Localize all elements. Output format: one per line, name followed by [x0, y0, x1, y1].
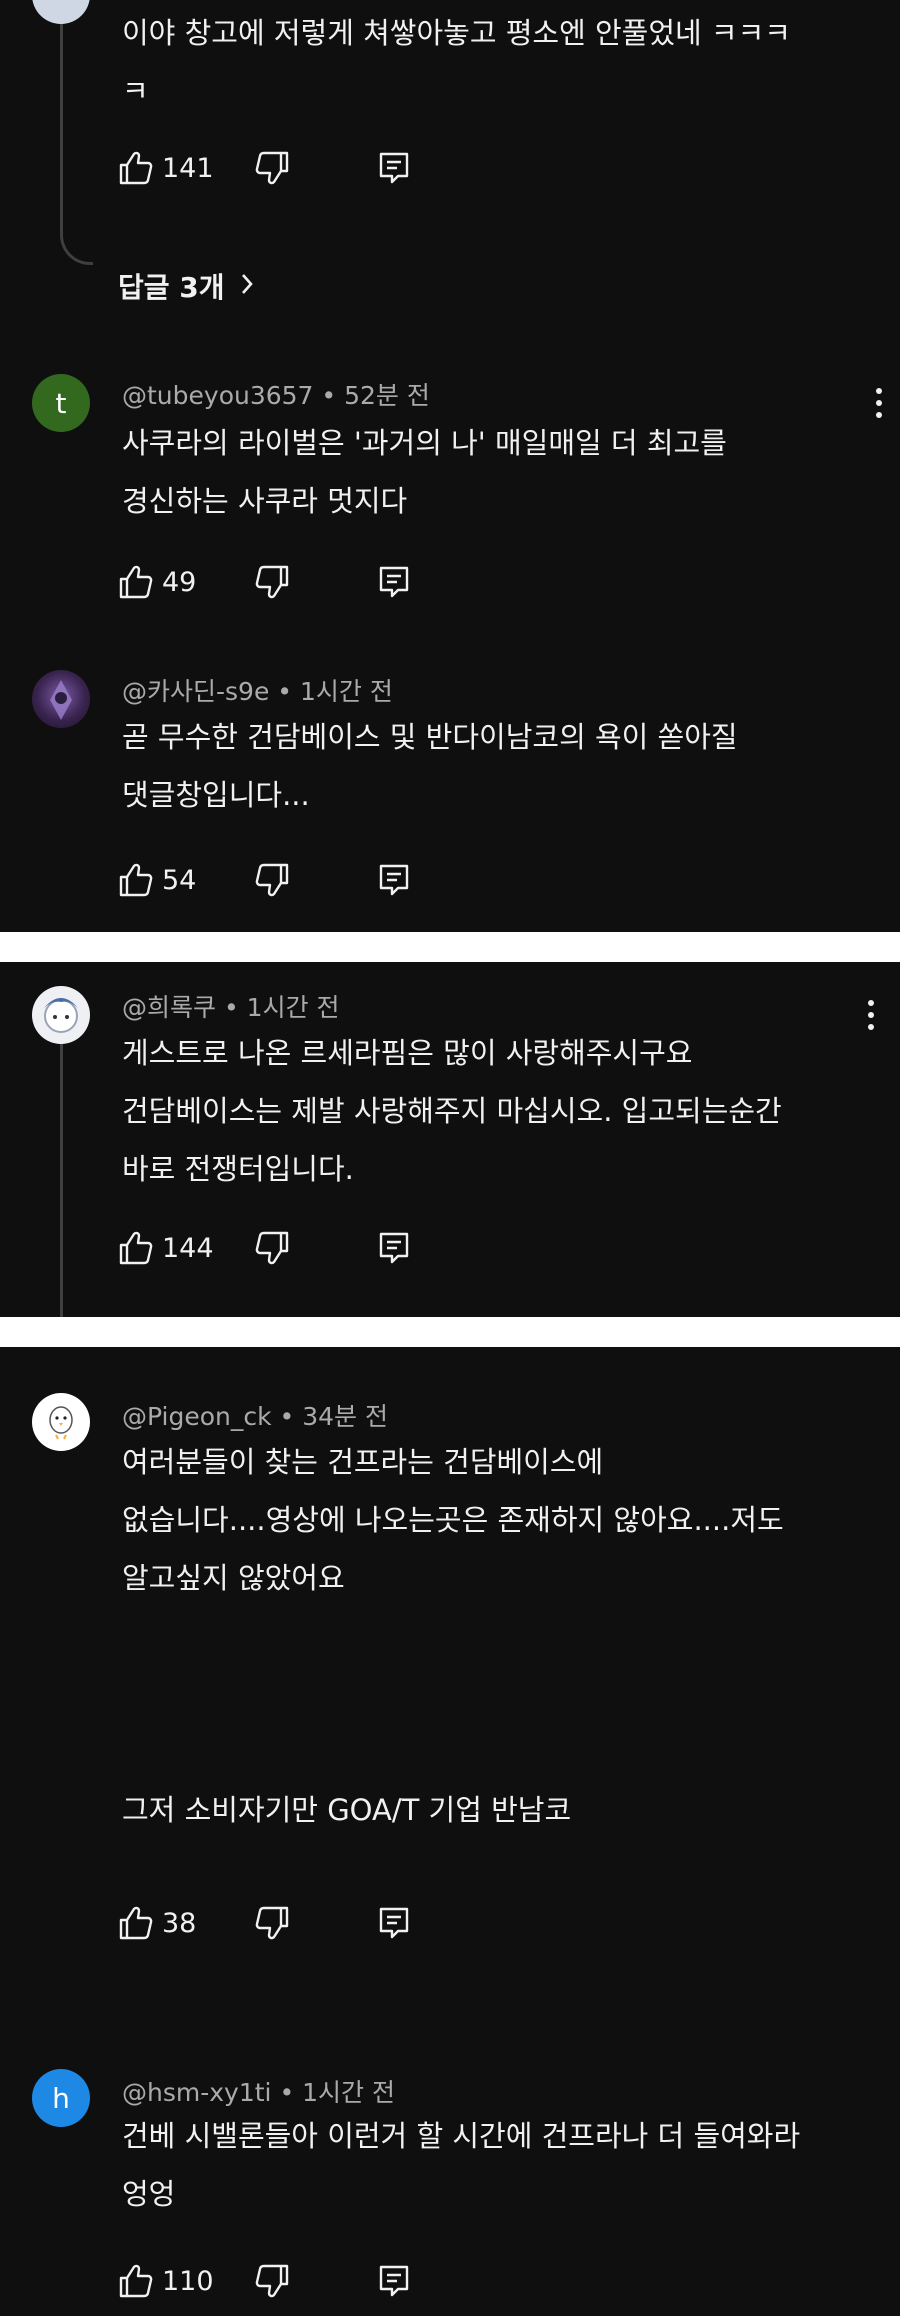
avatar-image	[49, 1406, 73, 1440]
avatar[interactable]	[32, 1393, 90, 1451]
chevron-right-icon	[239, 270, 255, 303]
thread-line	[60, 0, 93, 265]
like-icon[interactable]	[118, 1905, 154, 1941]
comment-meta: @카사딘-s9e • 1시간 전	[122, 672, 393, 708]
comments-panel-3: @Pigeon_ck • 34분 전 여러분들이 찾는 건프라는 건담베이스에 …	[0, 1347, 900, 2316]
comment-line: 곧 무수한 건담베이스 및 반다이남코의 욕이 쏟아질	[122, 720, 738, 754]
comment-line	[122, 1607, 784, 1665]
comment-author[interactable]: @Pigeon_ck	[122, 1402, 272, 1431]
comment-line: 바로 전쟁터입니다.	[122, 1152, 354, 1186]
comment-actions: 141	[118, 148, 412, 188]
more-vert-icon[interactable]	[864, 1000, 878, 1030]
dislike-icon[interactable]	[254, 1230, 290, 1266]
comment-actions: 54	[118, 860, 412, 900]
comment-actions: 38	[118, 1903, 412, 1943]
view-replies-button[interactable]: 답글 3개	[118, 266, 255, 306]
dislike-icon[interactable]	[254, 150, 290, 186]
reply-icon[interactable]	[376, 1230, 412, 1266]
comment-line: 없습니다....영상에 나오는곳은 존재하지 않아요....저도	[122, 1503, 784, 1537]
like-count: 54	[162, 864, 197, 896]
dislike-icon[interactable]	[254, 2263, 290, 2299]
comment-time[interactable]: 52분 전	[344, 381, 430, 410]
like-icon[interactable]	[118, 1230, 154, 1266]
like-icon[interactable]	[118, 150, 154, 186]
like-count: 38	[162, 1907, 197, 1939]
more-vert-icon[interactable]	[872, 388, 886, 418]
comment-line: 게스트로 나온 르세라핌은 많이 사랑해주시구요	[122, 1036, 693, 1070]
comment-line: 엉엉	[122, 2177, 176, 2211]
like-count: 110	[162, 2265, 214, 2297]
meta-separator: •	[321, 381, 345, 410]
comment-line: 그저 소비자기만 GOA/T 기업 반남코	[122, 1793, 572, 1827]
avatar-image	[50, 680, 72, 720]
comment-author[interactable]: @희록쿠	[122, 993, 216, 1022]
like-count: 141	[162, 152, 214, 184]
meta-separator: •	[279, 2078, 303, 2107]
comment-line: ㅋ	[122, 74, 149, 108]
comment-line	[122, 1665, 784, 1723]
comment-author[interactable]: @hsm-xy1ti	[122, 2078, 272, 2107]
like-count: 144	[162, 1232, 214, 1264]
avatar-letter: h	[52, 2081, 70, 2115]
comment-author[interactable]: @카사딘-s9e	[122, 677, 269, 706]
comment-time[interactable]: 1시간 전	[300, 677, 393, 706]
comment-line: 사쿠라의 라이벌은 '과거의 나' 매일매일 더 최고를	[122, 426, 727, 460]
comment-time[interactable]: 1시간 전	[247, 993, 340, 1022]
comment-actions: 49	[118, 562, 412, 602]
comment-author[interactable]: @tubeyou3657	[122, 381, 313, 410]
comment-text: 게스트로 나온 르세라핌은 많이 사랑해주시구요 건담베이스는 제발 사랑해주지…	[122, 1024, 782, 1198]
avatar[interactable]	[32, 670, 90, 728]
comment-text: 사쿠라의 라이벌은 '과거의 나' 매일매일 더 최고를 경신하는 사쿠라 멋지…	[122, 414, 727, 530]
avatar[interactable]	[32, 986, 90, 1044]
meta-separator: •	[279, 1402, 303, 1431]
comment-line: 건담베이스는 제발 사랑해주지 마십시오. 입고되는순간	[122, 1094, 782, 1128]
comment-text: 여러분들이 찾는 건프라는 건담베이스에 없습니다....영상에 나오는곳은 존…	[122, 1433, 784, 1839]
like-icon[interactable]	[118, 564, 154, 600]
comment-meta: @희록쿠 • 1시간 전	[122, 988, 340, 1024]
comment-meta: @tubeyou3657 • 52분 전	[122, 376, 430, 412]
comments-panel-2: @희록쿠 • 1시간 전 게스트로 나온 르세라핌은 많이 사랑해주시구요 건담…	[0, 962, 900, 1317]
comment-actions: 144	[118, 1228, 412, 1268]
comment-line	[122, 1723, 784, 1781]
like-icon[interactable]	[118, 862, 154, 898]
meta-separator: •	[223, 993, 247, 1022]
comment-time[interactable]: 34분 전	[302, 1402, 388, 1431]
like-icon[interactable]	[118, 2263, 154, 2299]
dislike-icon[interactable]	[254, 1905, 290, 1941]
comments-panel-1: 이야 창고에 저렇게 쳐쌓아놓고 평소엔 안풀었네 ㅋㅋㅋ ㅋ 141 답글 3…	[0, 0, 900, 932]
reply-icon[interactable]	[376, 862, 412, 898]
comment-line: 알고싶지 않았어요	[122, 1561, 345, 1595]
comment-line: 건베 시밸론들아 이런거 할 시간에 건프라나 더 들여와라	[122, 2119, 801, 2153]
comment-line: 여러분들이 찾는 건프라는 건담베이스에	[122, 1445, 604, 1479]
like-count: 49	[162, 566, 197, 598]
comment-text: 건베 시밸론들아 이런거 할 시간에 건프라나 더 들여와라 엉엉	[122, 2107, 800, 2223]
comment-text: 이야 창고에 저렇게 쳐쌓아놓고 평소엔 안풀었네 ㅋㅋㅋ ㅋ	[122, 4, 791, 120]
avatar-image	[44, 998, 78, 1033]
reply-icon[interactable]	[376, 564, 412, 600]
comment-text: 곧 무수한 건담베이스 및 반다이남코의 욕이 쏟아질 댓글창입니다...	[122, 708, 738, 824]
comment-line: 경신하는 사쿠라 멋지다	[122, 484, 408, 518]
meta-separator: •	[277, 677, 300, 706]
reply-icon[interactable]	[376, 150, 412, 186]
reply-icon[interactable]	[376, 2263, 412, 2299]
reply-icon[interactable]	[376, 1905, 412, 1941]
avatar-letter: t	[55, 386, 67, 420]
comment-line: 이야 창고에 저렇게 쳐쌓아놓고 평소엔 안풀었네 ㅋㅋㅋ	[122, 16, 791, 50]
avatar[interactable]: t	[32, 374, 90, 432]
avatar[interactable]: h	[32, 2069, 90, 2127]
comment-time[interactable]: 1시간 전	[302, 2078, 395, 2107]
comment-meta: @Pigeon_ck • 34분 전	[122, 1397, 388, 1433]
thread-line	[60, 1042, 63, 1317]
replies-label: 답글 3개	[118, 271, 225, 304]
comment-line: 댓글창입니다...	[122, 778, 310, 812]
comment-meta: @hsm-xy1ti • 1시간 전	[122, 2073, 395, 2109]
dislike-icon[interactable]	[254, 862, 290, 898]
dislike-icon[interactable]	[254, 564, 290, 600]
comment-actions: 110	[118, 2261, 412, 2301]
